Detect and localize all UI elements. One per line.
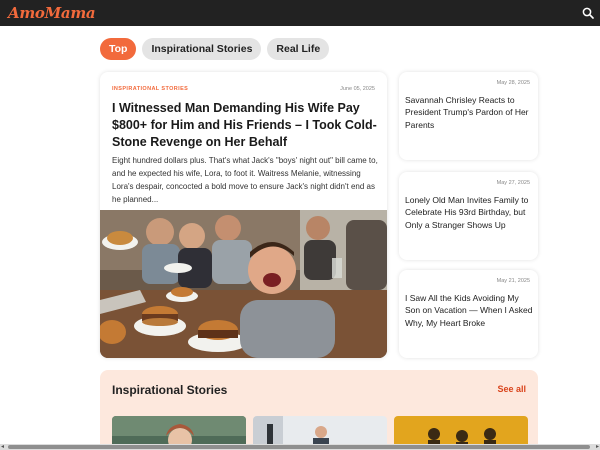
side-article-date: May 27, 2025: [496, 180, 530, 186]
story-thumbnail[interactable]: [112, 416, 246, 444]
featured-category[interactable]: INSPIRATIONAL STORIES: [112, 86, 188, 92]
side-article-card[interactable]: May 28, 2025 Savannah Chrisley Reacts to…: [399, 72, 538, 160]
side-article-date: May 21, 2025: [496, 278, 530, 284]
featured-title[interactable]: I Witnessed Man Demanding His Wife Pay $…: [112, 100, 380, 151]
side-article-title[interactable]: Savannah Chrisley Reacts to President Tr…: [405, 94, 535, 131]
scroll-right-arrow-icon[interactable]: ▸: [596, 444, 599, 450]
site-logo[interactable]: AmoMama: [8, 4, 96, 22]
side-article-title[interactable]: I Saw All the Kids Avoiding My Son on Va…: [405, 292, 535, 329]
scroll-left-arrow-icon[interactable]: ◂: [1, 444, 4, 450]
story-thumbnail[interactable]: [253, 416, 387, 444]
featured-image[interactable]: [100, 210, 387, 358]
scrollbar-thumb[interactable]: [8, 445, 590, 449]
search-icon[interactable]: [582, 7, 594, 19]
top-bar: AmoMama: [0, 0, 600, 26]
side-article-card[interactable]: May 21, 2025 I Saw All the Kids Avoiding…: [399, 270, 538, 358]
story-thumbnail[interactable]: [394, 416, 528, 444]
side-article-date: May 28, 2025: [496, 80, 530, 86]
featured-article-card[interactable]: INSPIRATIONAL STORIES June 05, 2025 I Wi…: [100, 72, 387, 358]
category-tabs: Top Inspirational Stories Real Life: [100, 38, 330, 60]
featured-date: June 05, 2025: [340, 86, 375, 92]
see-all-link[interactable]: See all: [497, 384, 526, 394]
side-article-card[interactable]: May 27, 2025 Lonely Old Man Invites Fami…: [399, 172, 538, 260]
horizontal-scrollbar[interactable]: ◂ ▸: [0, 444, 600, 450]
inspirational-stories-section: Inspirational Stories See all: [100, 370, 538, 444]
side-article-title[interactable]: Lonely Old Man Invites Family to Celebra…: [405, 194, 535, 231]
tab-real-life[interactable]: Real Life: [267, 38, 330, 60]
featured-excerpt: Eight hundred dollars plus. That's what …: [112, 156, 378, 204]
page-content: Top Inspirational Stories Real Life INSP…: [0, 26, 600, 444]
tab-top[interactable]: Top: [100, 38, 137, 60]
section-title: Inspirational Stories: [112, 383, 228, 397]
tab-inspirational-stories[interactable]: Inspirational Stories: [142, 38, 262, 60]
